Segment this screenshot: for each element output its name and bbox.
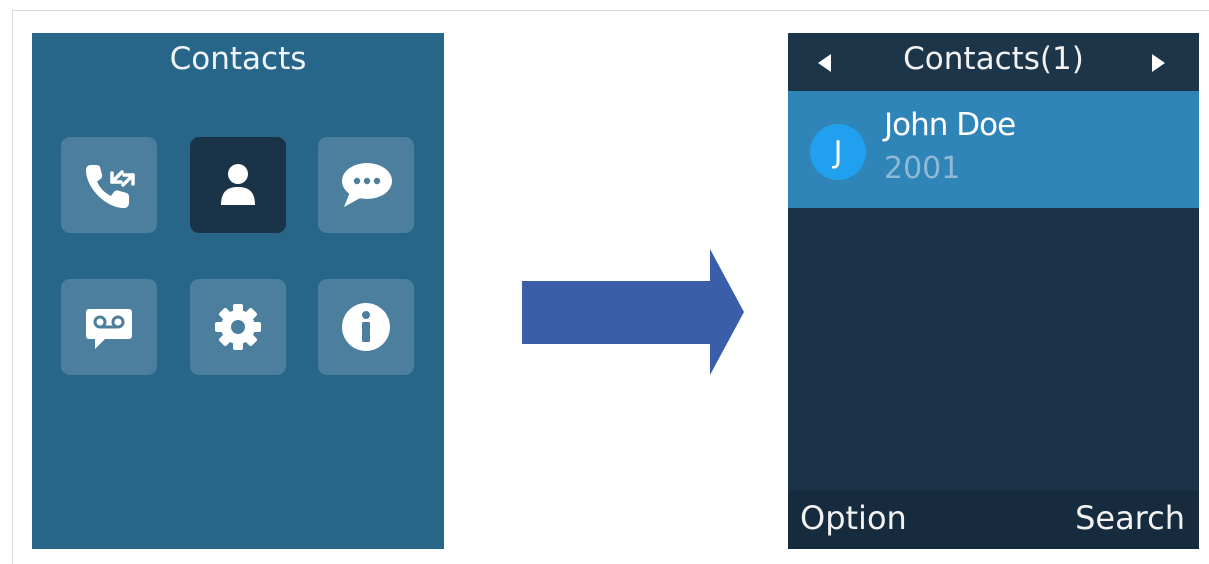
contact-name: John Doe	[884, 107, 1016, 143]
frame-left-rule	[12, 10, 13, 564]
transition-arrow	[522, 249, 744, 375]
contact-number: 2001	[884, 151, 961, 186]
main-menu-screen: Contacts	[32, 33, 444, 549]
call-history-icon	[86, 165, 135, 208]
menu-tile-info[interactable]	[318, 279, 414, 375]
menu-tile-call-history[interactable]	[61, 137, 157, 233]
messages-icon	[342, 163, 392, 207]
avatar: J	[810, 124, 866, 180]
menu-tile-settings[interactable]	[190, 279, 286, 375]
option-softkey[interactable]: Option	[800, 499, 907, 537]
info-icon	[342, 303, 390, 351]
contacts-icon	[221, 164, 255, 205]
softkey-bar: Option Search	[788, 491, 1199, 549]
contacts-title: Contacts(1)	[903, 41, 1084, 77]
settings-gear-icon	[215, 304, 261, 350]
voicemail-icon	[86, 309, 132, 349]
contacts-list-screen: Contacts(1) J John Doe 2001 Option Searc…	[788, 33, 1199, 549]
contacts-header: Contacts(1)	[788, 33, 1199, 91]
search-softkey[interactable]: Search	[1075, 499, 1185, 537]
next-page-icon[interactable]	[1152, 54, 1165, 72]
contact-row[interactable]: J John Doe 2001	[788, 91, 1199, 208]
menu-tile-voicemail[interactable]	[61, 279, 157, 375]
menu-tile-contacts[interactable]	[190, 137, 286, 233]
frame-top-rule	[12, 10, 1209, 11]
menu-title: Contacts	[169, 41, 307, 77]
menu-tile-messages[interactable]	[318, 137, 414, 233]
